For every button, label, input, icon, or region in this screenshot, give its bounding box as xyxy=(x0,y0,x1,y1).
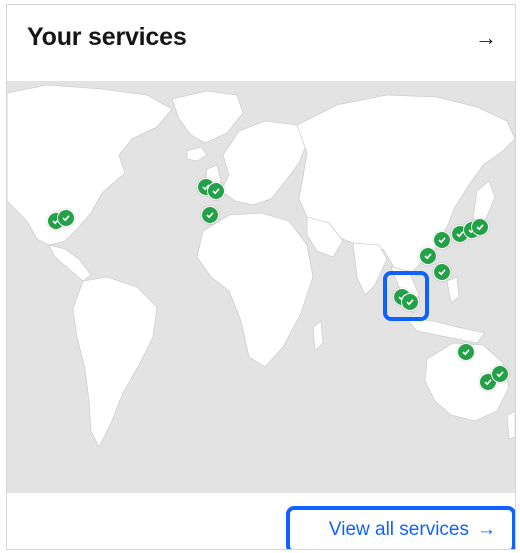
arrow-right-icon[interactable]: → xyxy=(475,25,497,51)
checkmark-icon xyxy=(462,349,470,356)
checkmark-icon xyxy=(424,253,432,260)
checkmark-icon xyxy=(496,371,504,378)
checkmark-icon xyxy=(62,215,70,222)
view-all-services-link[interactable]: View all services → xyxy=(286,506,515,549)
service-marker-asia[interactable] xyxy=(433,231,451,249)
service-marker-oceania[interactable] xyxy=(491,365,509,383)
services-card: Your services → View all services → xyxy=(6,4,516,550)
arrow-right-icon: → xyxy=(477,519,496,540)
service-marker-oceania[interactable] xyxy=(457,343,475,361)
service-marker-north-america[interactable] xyxy=(57,209,75,227)
service-marker-asia[interactable] xyxy=(433,263,451,281)
card-title: Your services xyxy=(27,23,187,51)
view-all-services-label: View all services xyxy=(328,519,469,540)
card-footer: View all services → xyxy=(7,493,515,549)
service-marker-europe[interactable] xyxy=(201,206,219,224)
card-header: Your services → xyxy=(7,5,515,81)
world-map xyxy=(7,81,515,493)
checkmark-icon xyxy=(212,188,220,195)
service-marker-asia[interactable] xyxy=(419,247,437,265)
service-marker-asia[interactable] xyxy=(471,218,489,236)
checkmark-icon xyxy=(206,212,214,219)
checkmark-icon xyxy=(476,224,484,231)
checkmark-icon xyxy=(438,237,446,244)
highlighted-marker-outline xyxy=(383,271,429,321)
world-map-land xyxy=(7,84,515,448)
checkmark-icon xyxy=(438,269,446,276)
service-marker-europe[interactable] xyxy=(207,182,225,200)
